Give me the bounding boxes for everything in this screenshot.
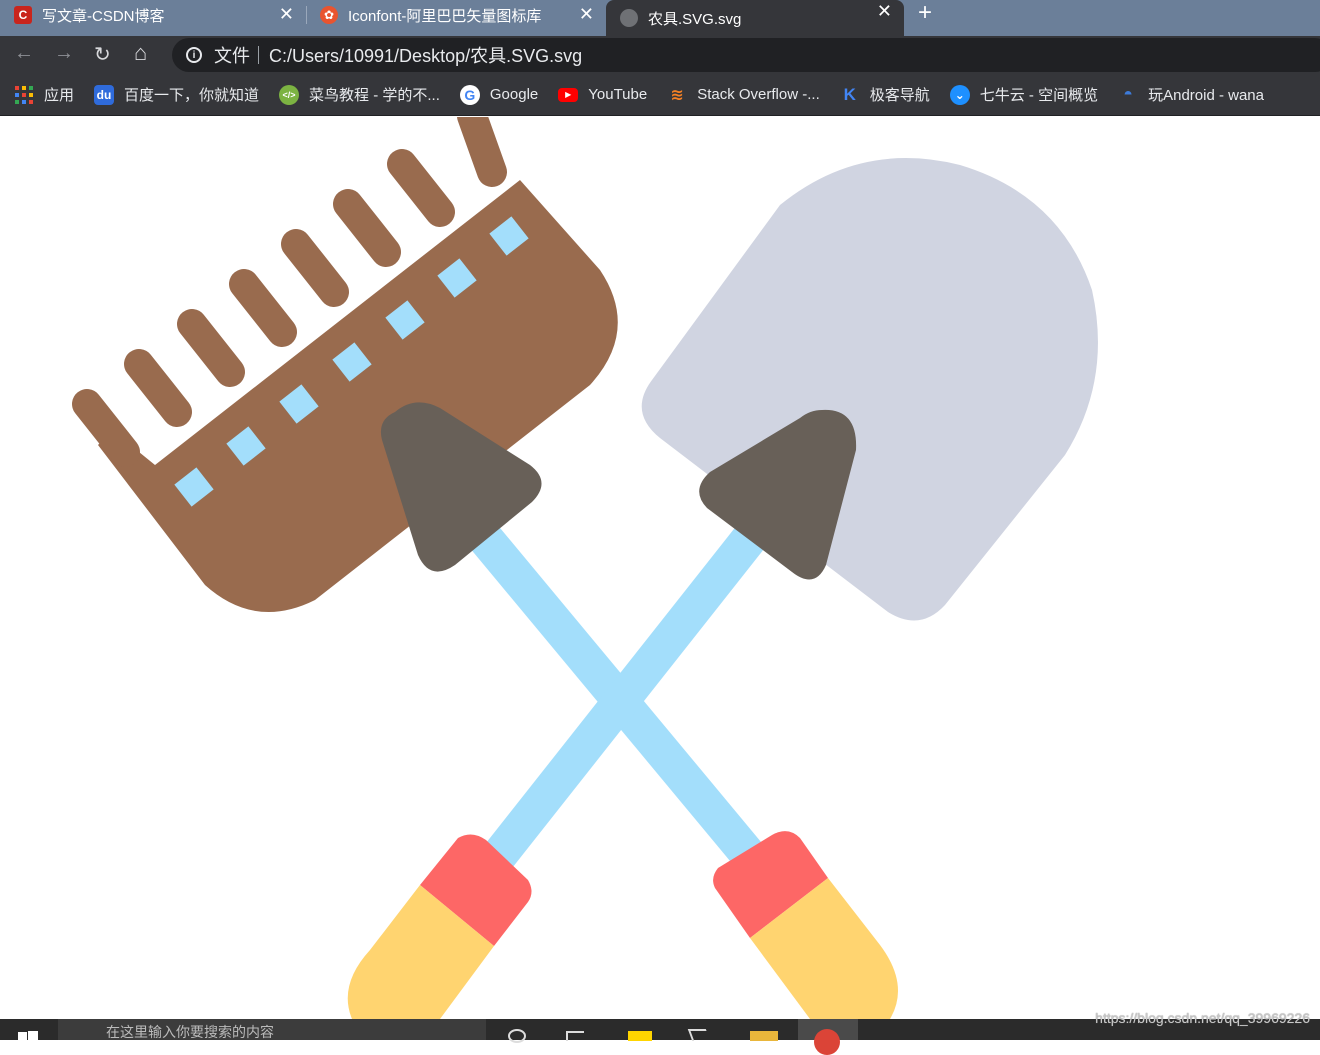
youtube-play-icon: ▶ (558, 87, 579, 102)
task-view-icon[interactable] (508, 1029, 526, 1043)
tab-title: 农具.SVG.svg (648, 10, 742, 28)
apps-grid-icon (14, 85, 34, 105)
bookmark-label: 百度一下，你就知道 (124, 87, 260, 104)
bookmark-wanandroid[interactable]: ◓ 玩Android - wana (1118, 84, 1264, 105)
android-icon: ◓ (1123, 85, 1133, 103)
jike-icon: K (843, 84, 856, 104)
tab-title: 写文章-CSDN博客 (42, 7, 165, 25)
bookmark-qiniu[interactable]: ⌄ 七牛云 - 空间概览 (949, 84, 1099, 105)
rake-tooth (229, 269, 297, 347)
new-tab-button[interactable]: + (918, 0, 932, 27)
bookmark-label: Stack Overflow -... (697, 86, 820, 103)
csdn-favicon-icon: C (14, 6, 32, 24)
tab-divider (306, 6, 307, 24)
rake-tooth (177, 309, 245, 387)
bookmark-google[interactable]: G Google (459, 84, 539, 105)
windows-start-icon[interactable] (18, 1031, 38, 1040)
tab-svg-active[interactable]: 农具.SVG.svg ✕ (606, 0, 904, 36)
google-g-icon: G (459, 84, 480, 105)
close-tab-icon[interactable]: ✕ (579, 4, 594, 25)
bookmark-label: 玩Android - wana (1148, 87, 1264, 104)
rake-head (72, 117, 618, 612)
left-grip (347, 834, 532, 1019)
reload-button[interactable]: ↻ (94, 42, 111, 67)
close-tab-icon[interactable]: ✕ (279, 4, 294, 25)
stackoverflow-icon: ≋ (670, 86, 684, 104)
right-grip (713, 831, 898, 1019)
forward-button[interactable]: → (54, 42, 74, 65)
tab-iconfont[interactable]: ✿ Iconfont-阿里巴巴矢量图标库 ✕ (320, 0, 606, 30)
rake-tooth (333, 189, 401, 267)
rake-tooth (387, 149, 455, 227)
bookmark-label: YouTube (588, 86, 648, 103)
site-info-icon[interactable]: i (186, 47, 202, 63)
bookmark-label: 菜鸟教程 - 学的不... (309, 87, 440, 104)
taskbar-search-box[interactable]: 在这里输入你要搜索的内容 (58, 1019, 486, 1040)
chrome-logo-icon (814, 1029, 840, 1055)
bookmarks-bar: 应用 du 百度一下，你就知道 </> 菜鸟教程 - 学的不... G Goog… (0, 74, 1320, 116)
rake-tooth (72, 389, 140, 467)
file-origin-label: 文件 (214, 46, 250, 66)
globe-icon (620, 9, 638, 27)
farm-tools-illustration (72, 117, 1098, 1019)
baidu-paw-icon: du (94, 84, 115, 105)
page-viewport (0, 117, 1320, 1019)
runoob-icon: </> (279, 84, 300, 105)
bookmark-baidu[interactable]: du 百度一下，你就知道 (94, 84, 259, 105)
bookmark-stackoverflow[interactable]: ≋ Stack Overflow -... (667, 85, 820, 105)
blog-watermark: https://blog.csdn.net/qq_39969226 (1095, 1010, 1310, 1026)
rake-tooth (281, 229, 349, 307)
address-divider (258, 46, 259, 64)
tab-title: Iconfont-阿里巴巴矢量图标库 (348, 7, 542, 25)
bookmark-runoob[interactable]: </> 菜鸟教程 - 学的不... (279, 84, 440, 105)
home-button[interactable]: ⌂ (134, 40, 147, 66)
bookmark-jike[interactable]: K 极客导航 (840, 84, 930, 105)
close-tab-icon[interactable]: ✕ (877, 1, 892, 22)
iconfont-favicon-icon: ✿ (320, 6, 338, 24)
bookmark-youtube[interactable]: ▶ YouTube (558, 86, 647, 103)
tab-csdn[interactable]: C 写文章-CSDN博客 ✕ (14, 0, 306, 30)
shovel-blade (641, 158, 1098, 621)
rake-tooth (124, 349, 192, 427)
bookmark-label: Google (489, 86, 539, 103)
back-button[interactable]: ← (14, 42, 34, 65)
tab-strip: C 写文章-CSDN博客 ✕ ✿ Iconfont-阿里巴巴矢量图标库 ✕ 农具… (0, 0, 1320, 36)
browser-toolbar: ← → ↻ ⌂ i 文件 C:/Users/10991/Desktop/农具.S… (0, 36, 1320, 74)
bookmark-apps[interactable]: 应用 (14, 84, 74, 105)
bookmark-label: 极客导航 (869, 87, 930, 104)
bookmark-label: 应用 (44, 87, 75, 104)
address-bar[interactable]: i 文件 C:/Users/10991/Desktop/农具.SVG.svg (172, 38, 1320, 72)
cursor-app-icon[interactable] (687, 1029, 711, 1041)
bookmark-label: 七牛云 - 空间概览 (979, 87, 1099, 104)
qiniu-icon: ⌄ (949, 84, 970, 105)
taskbar-search-placeholder: 在这里输入你要搜索的内容 (106, 1024, 274, 1040)
rake-tooth (457, 117, 507, 187)
url-text[interactable]: C:/Users/10991/Desktop/农具.SVG.svg (269, 42, 582, 68)
